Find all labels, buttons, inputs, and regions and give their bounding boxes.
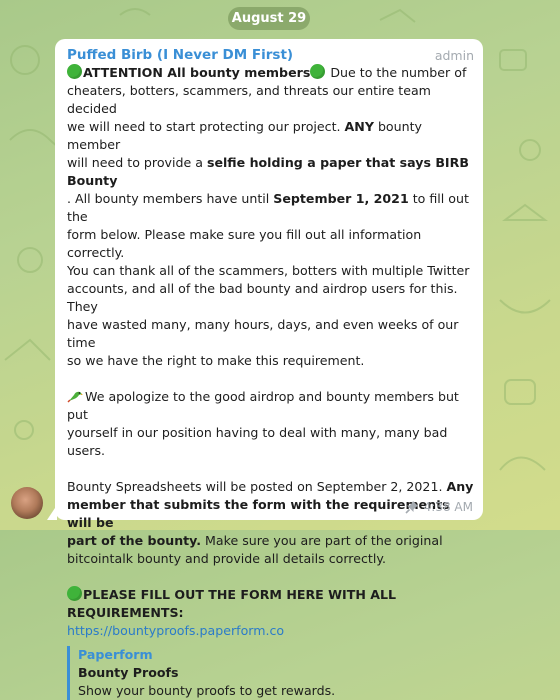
message-text: ATTENTION All bounty members Due to the …	[67, 64, 474, 638]
admin-badge: admin	[434, 47, 474, 63]
pin-icon	[405, 501, 418, 514]
parrot-icon	[67, 391, 83, 403]
date-separator: August 29	[228, 7, 310, 30]
green-circle-icon	[310, 64, 326, 79]
green-circle-icon	[67, 64, 82, 79]
form-link[interactable]: https://bountyproofs.paperform.co	[67, 623, 284, 638]
link-preview[interactable]: Paperform Bounty Proofs Show your bounty…	[67, 646, 474, 700]
message-meta: 4:38 AM	[405, 500, 473, 514]
preview-description: Show your bounty proofs to get rewards.	[78, 683, 336, 698]
message-time: 4:38 AM	[423, 500, 473, 514]
green-circle-icon	[67, 586, 82, 601]
message-bubble[interactable]: Puffed Birb (I Never DM First) admin ATT…	[55, 39, 483, 700]
preview-site-name: Paperform	[78, 647, 153, 662]
message-header: Puffed Birb (I Never DM First) admin	[67, 46, 474, 64]
sender-avatar[interactable]	[11, 487, 43, 519]
preview-title: Bounty Proofs	[78, 665, 179, 680]
sender-name[interactable]: Puffed Birb (I Never DM First)	[67, 47, 293, 63]
